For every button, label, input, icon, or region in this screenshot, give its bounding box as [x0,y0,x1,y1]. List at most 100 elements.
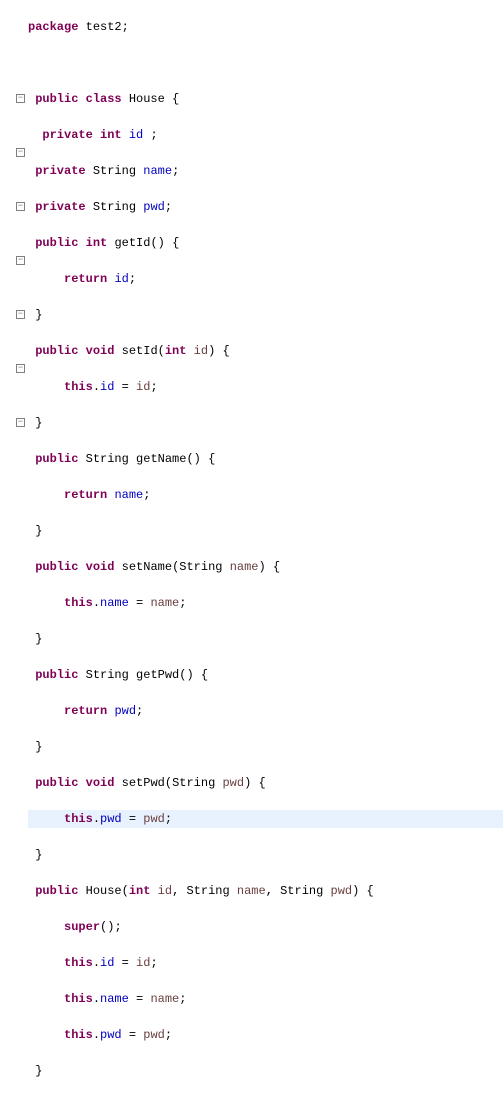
param: name [150,596,179,610]
keyword: public class [35,92,121,106]
code-line[interactable]: } [28,630,503,648]
code-line[interactable]: private String pwd; [28,198,503,216]
fold-toggle-icon[interactable]: − [16,94,25,103]
code-line[interactable]: this.id = id; [28,378,503,396]
fold-toggle-icon[interactable]: − [16,418,25,427]
code-line[interactable] [28,54,503,72]
field: pwd [143,200,165,214]
code-line[interactable]: } [28,1062,503,1080]
keyword: public [35,668,78,682]
code-line[interactable]: } [28,738,503,756]
constructor-name: House [86,884,122,898]
code-line[interactable]: public void setPwd(String pwd) { [28,774,503,792]
keyword: return [64,704,107,718]
keyword: this [64,380,93,394]
code-editor[interactable]: − − − − − − − package test2; public clas… [0,0,503,1108]
keyword: this [64,1028,93,1042]
type: int [100,128,122,142]
keyword: public [35,560,78,574]
param: pwd [222,776,244,790]
fold-toggle-icon[interactable]: − [16,148,25,157]
code-line[interactable]: package test2; [28,18,503,36]
code-area[interactable]: package test2; public class House { priv… [26,0,503,1108]
field: name [114,488,143,502]
field: id [129,128,143,142]
keyword: this [64,992,93,1006]
code-line[interactable]: } [28,846,503,864]
fold-toggle-icon[interactable]: − [16,202,25,211]
type: void [86,776,115,790]
fold-column: − − − − − − − [14,0,26,1108]
field: name [100,992,129,1006]
keyword: return [64,272,107,286]
keyword: package [28,20,78,34]
keyword: private [42,128,92,142]
keyword: public [35,452,78,466]
keyword: this [64,956,93,970]
code-line[interactable]: private String name; [28,162,503,180]
param: pwd [143,812,165,826]
type: String [93,200,136,214]
keyword: super [64,920,100,934]
code-line[interactable]: public String getName() { [28,450,503,468]
package-name: test2 [86,20,122,34]
field: id [100,956,114,970]
keyword: public [35,236,78,250]
class-name: House [129,92,165,106]
keyword: public [35,344,78,358]
type: String [86,668,129,682]
keyword: this [64,596,93,610]
method-name: setId [122,344,158,358]
type: int [86,236,108,250]
field: name [143,164,172,178]
field: id [114,272,128,286]
type: String [86,452,129,466]
param: id [194,344,208,358]
param: name [230,560,259,574]
method-name: setName [122,560,172,574]
field: pwd [114,704,136,718]
keyword: public [35,776,78,790]
gutter [0,0,14,1108]
code-line[interactable]: public String getPwd() { [28,666,503,684]
keyword: public [35,884,78,898]
code-line[interactable]: } [28,522,503,540]
field: id [100,380,114,394]
method-name: getId [114,236,150,250]
code-line[interactable]: public void setId(int id) { [28,342,503,360]
code-line-current[interactable]: this.pwd = pwd; [28,810,503,828]
code-line[interactable]: } [28,414,503,432]
field: name [100,596,129,610]
code-line[interactable]: public class House { [28,90,503,108]
fold-toggle-icon[interactable]: − [16,364,25,373]
keyword: private [35,200,85,214]
code-line[interactable]: public int getId() { [28,234,503,252]
code-line[interactable]: this.id = id; [28,954,503,972]
code-line[interactable] [28,1098,503,1108]
type: String [93,164,136,178]
code-line[interactable]: private int id ; [28,126,503,144]
method-name: setPwd [122,776,165,790]
type: void [86,560,115,574]
code-line[interactable]: super(); [28,918,503,936]
code-line[interactable]: return id; [28,270,503,288]
code-line[interactable]: public void setName(String name) { [28,558,503,576]
type: void [86,344,115,358]
field: pwd [100,812,122,826]
fold-toggle-icon[interactable]: − [16,256,25,265]
code-line[interactable]: return pwd; [28,702,503,720]
code-line[interactable]: this.name = name; [28,990,503,1008]
code-line[interactable]: this.pwd = pwd; [28,1026,503,1044]
code-line[interactable]: return name; [28,486,503,504]
keyword: private [35,164,85,178]
code-line[interactable]: } [28,306,503,324]
code-line[interactable]: public House(int id, String name, String… [28,882,503,900]
keyword: return [64,488,107,502]
method-name: getPwd [136,668,179,682]
fold-toggle-icon[interactable]: − [16,310,25,319]
field: pwd [100,1028,122,1042]
method-name: getName [136,452,186,466]
param: id [136,380,150,394]
keyword: this [64,812,93,826]
code-line[interactable]: this.name = name; [28,594,503,612]
